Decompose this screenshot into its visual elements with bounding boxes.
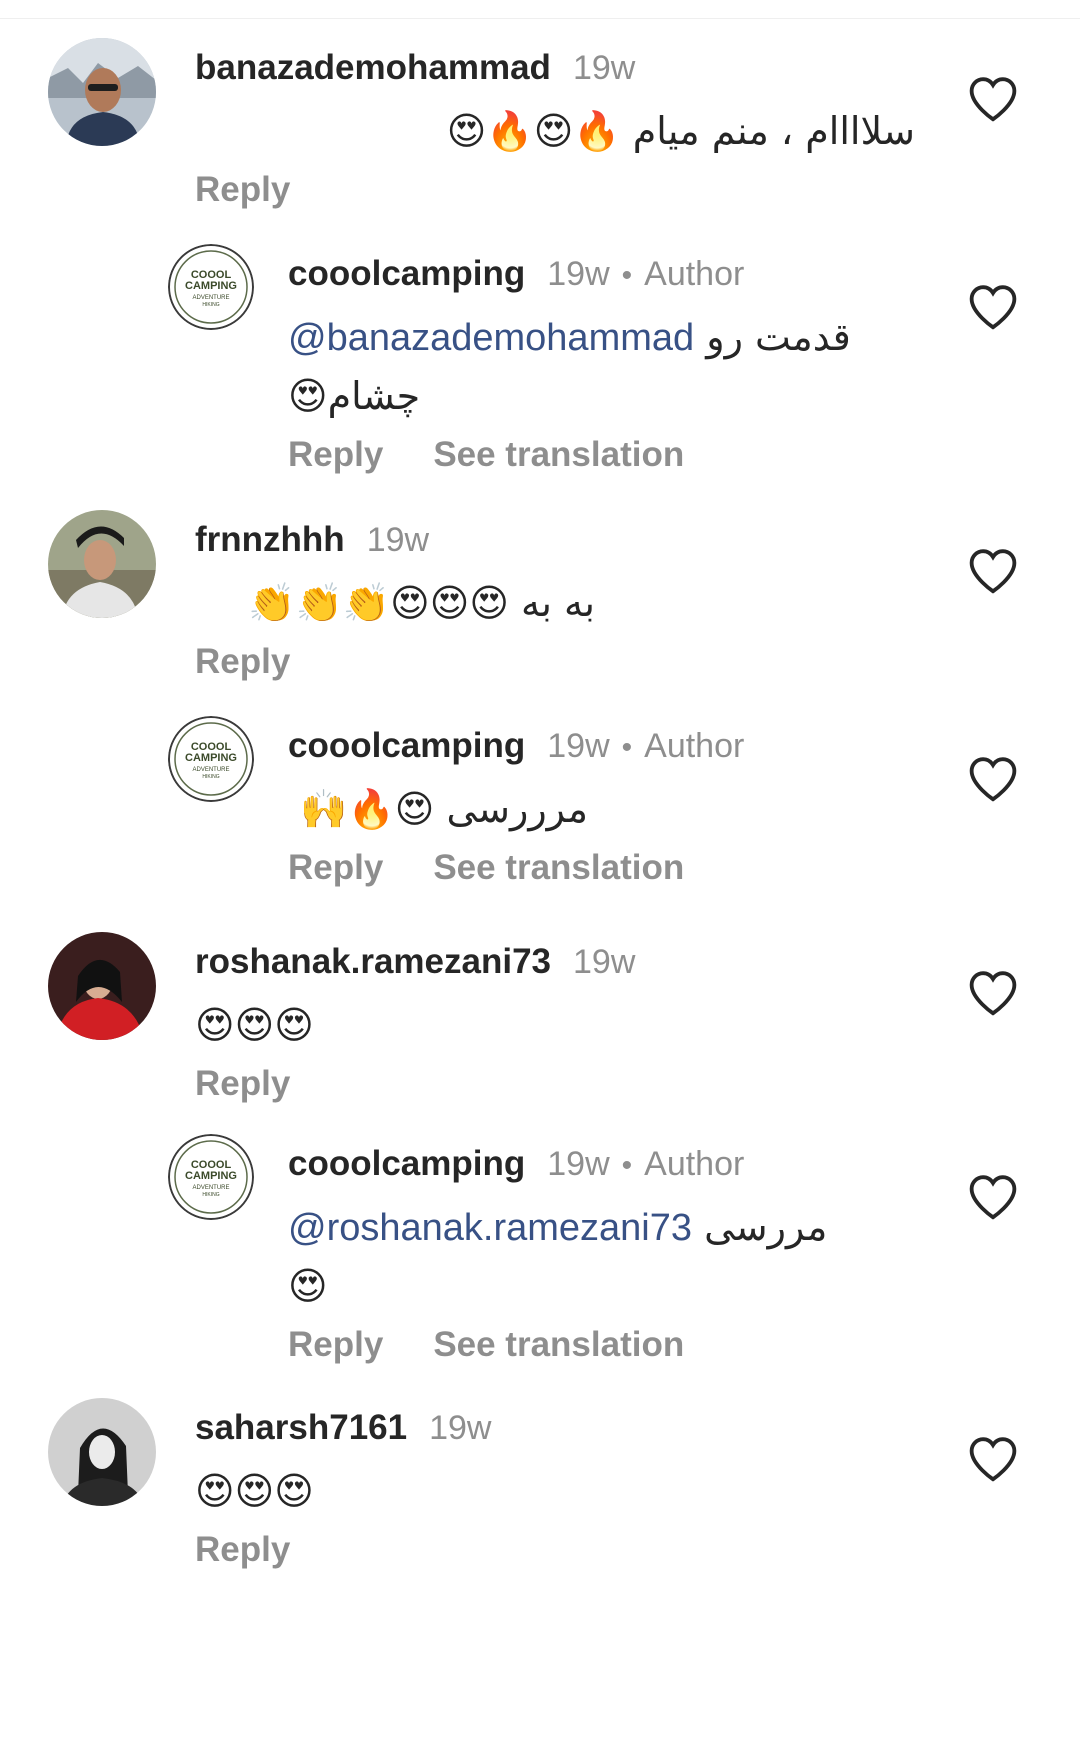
reply-button[interactable]: Reply [288,848,383,888]
svg-text:HIKING: HIKING [202,774,219,780]
avatar-photo-woman [48,932,156,1040]
mention-link[interactable]: @roshanak.ramezani73 [288,1207,692,1249]
svg-text:ADVENTURE: ADVENTURE [192,1185,229,1191]
like-button[interactable] [966,280,1020,334]
svg-text:CAMPING: CAMPING [185,1170,237,1182]
avatar[interactable] [48,1398,156,1506]
separator-dot: • [621,1149,633,1182]
comment-username[interactable]: frnnzhhh [195,520,345,560]
avatar[interactable]: COOOL CAMPING ADVENTURE HIKING [168,716,254,802]
separator-dot: • [621,259,633,292]
cooolcamping-logo-icon: COOOL CAMPING ADVENTURE HIKING [168,244,254,330]
comment-text: سلاااام ، منم میام 🔥😍🔥😍 [446,109,915,153]
svg-text:ADVENTURE: ADVENTURE [192,295,229,301]
comment-timestamp: 19w [547,727,610,765]
svg-text:CAMPING: CAMPING [185,280,237,292]
heart-outline-icon [969,77,1017,122]
heart-outline-icon [969,1437,1017,1482]
like-button[interactable] [966,966,1020,1020]
avatar-photo-man [48,38,156,146]
comment-timestamp: 19w [572,49,636,87]
comment-username[interactable]: banazademohammad [195,48,551,88]
like-button[interactable] [966,1170,1020,1224]
comment-text-part: قدمت رو [706,315,851,359]
comment-timestamp: 19w [547,1145,610,1183]
author-badge: Author [644,727,745,765]
avatar[interactable] [48,932,156,1040]
comment-text-part: چشام😍 [288,374,421,418]
comment-text: @roshanak.ramezani73 مررسی 😍 [288,1198,908,1315]
comment-timestamp: 19w [573,943,636,981]
see-translation-button[interactable]: See translation [433,435,684,475]
svg-text:ADVENTURE: ADVENTURE [192,767,229,773]
reply-button[interactable]: Reply [288,435,383,475]
comment-text: مرررسی 😍🔥🙌 [300,787,588,831]
reply-button[interactable]: Reply [195,642,290,682]
comment-text: @banazademohammad قدمت رو چشام😍 [288,308,908,425]
see-translation-button[interactable]: See translation [433,1325,684,1365]
author-badge: Author [644,1145,745,1183]
avatar-photo-woman [48,1398,156,1506]
heart-outline-icon [969,285,1017,330]
comment-text: به به 😍😍😍👏👏👏 [248,581,595,625]
svg-text:HIKING: HIKING [202,302,219,308]
like-button[interactable] [966,752,1020,806]
cooolcamping-logo-icon: COOOL CAMPING ADVENTURE HIKING [168,716,254,802]
comment-username[interactable]: saharsh7161 [195,1408,407,1448]
reply-button[interactable]: Reply [195,170,290,210]
divider [0,18,1080,19]
mention-link[interactable]: @banazademohammad [288,317,694,359]
like-button[interactable] [966,72,1020,126]
comment-timestamp: 19w [429,1409,492,1447]
see-translation-button[interactable]: See translation [433,848,684,888]
author-badge: Author [644,255,745,293]
svg-text:CAMPING: CAMPING [185,752,237,764]
avatar[interactable] [48,510,156,618]
svg-text:HIKING: HIKING [202,1192,219,1198]
comment-timestamp: 19w [547,255,610,293]
comment-text: 😍😍😍 [195,1469,314,1513]
reply-button[interactable]: Reply [195,1064,290,1104]
comment-timestamp: 19w [366,521,430,559]
separator-dot: • [621,731,633,764]
cooolcamping-logo-icon: COOOL CAMPING ADVENTURE HIKING [168,1134,254,1220]
heart-outline-icon [969,971,1017,1016]
reply-button[interactable]: Reply [288,1325,383,1365]
avatar[interactable] [48,38,156,146]
avatar-photo-woman [48,510,156,618]
like-button[interactable] [966,1432,1020,1486]
like-button[interactable] [966,544,1020,598]
heart-outline-icon [969,757,1017,802]
comment-username[interactable]: cooolcamping [288,1144,525,1184]
comment-text: 😍😍😍 [195,1003,314,1047]
avatar[interactable]: COOOL CAMPING ADVENTURE HIKING [168,244,254,330]
comment-username[interactable]: roshanak.ramezani73 [195,942,551,982]
comment-username[interactable]: cooolcamping [288,254,525,294]
comment-text-part: 😍 [288,1264,328,1308]
comments-page: banazademohammad 19w سلاااام ، منم میام … [0,0,1080,1752]
avatar[interactable]: COOOL CAMPING ADVENTURE HIKING [168,1134,254,1220]
comment-text-part: مررسی [704,1205,828,1249]
comment-username[interactable]: cooolcamping [288,726,525,766]
reply-button[interactable]: Reply [195,1530,290,1570]
heart-outline-icon [969,1175,1017,1220]
heart-outline-icon [969,549,1017,594]
